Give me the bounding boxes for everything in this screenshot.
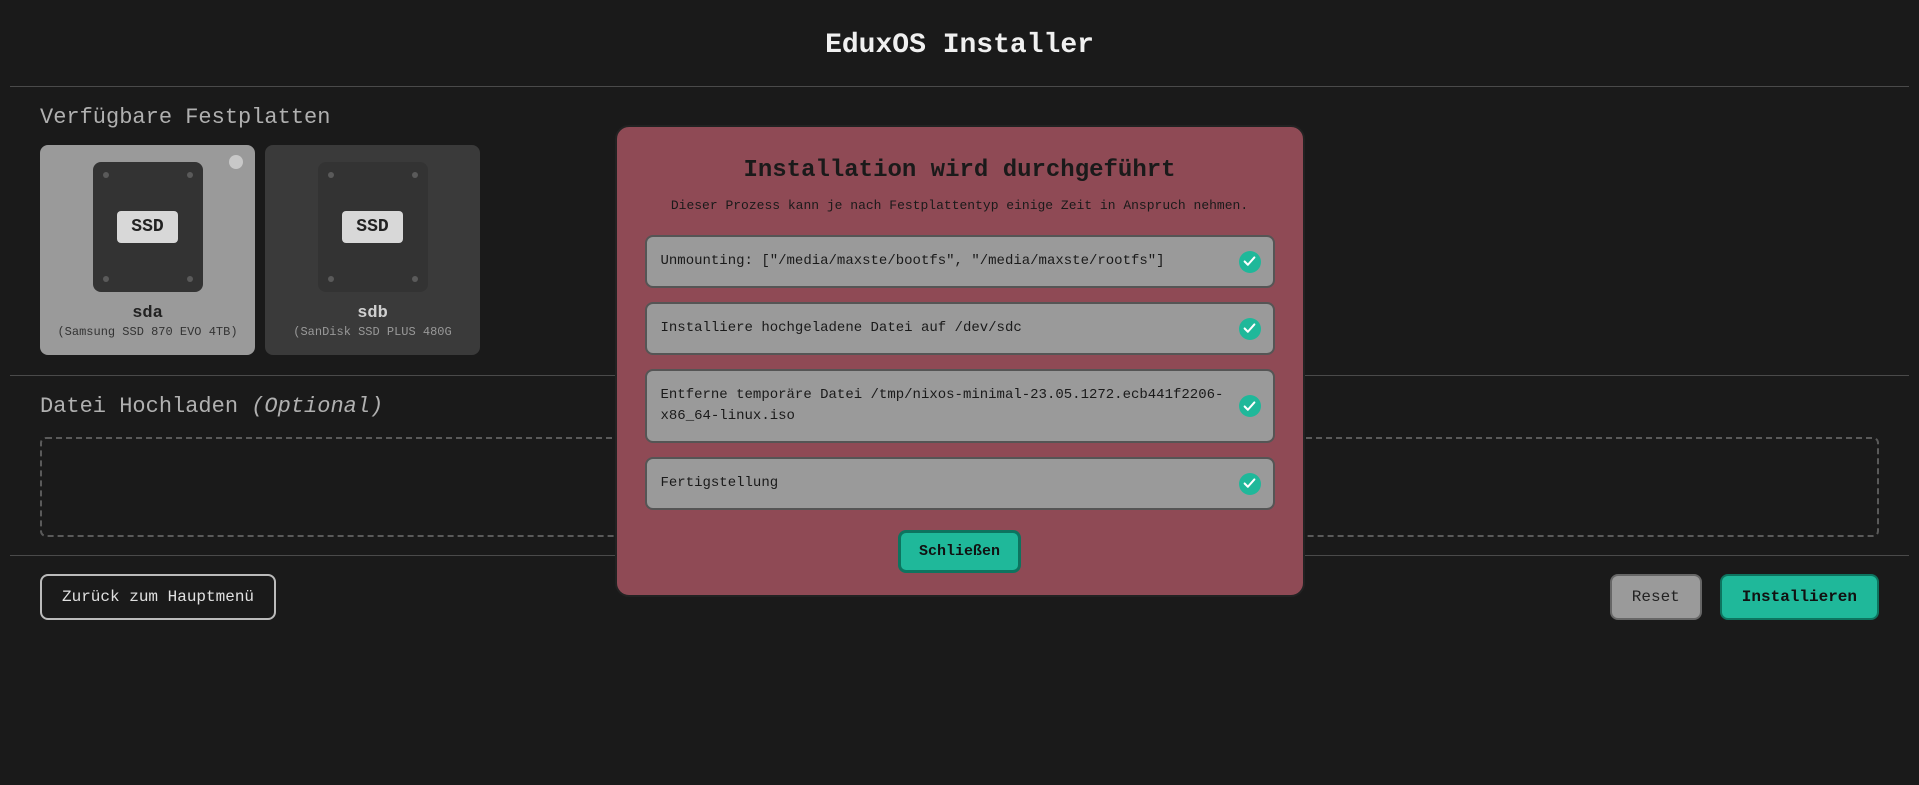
modal-title: Installation wird durchgeführt — [645, 157, 1275, 184]
check-icon — [1239, 318, 1261, 340]
step-text: Entferne temporäre Datei /tmp/nixos-mini… — [661, 387, 1224, 424]
install-step: Fertigstellung — [645, 457, 1275, 510]
install-step: Installiere hochgeladene Datei auf /dev/… — [645, 302, 1275, 355]
check-icon — [1239, 251, 1261, 273]
close-button[interactable]: Schließen — [898, 530, 1021, 573]
check-icon — [1239, 473, 1261, 495]
install-step: Unmounting: ["/media/maxste/bootfs", "/m… — [645, 235, 1275, 288]
modal-subtitle: Dieser Prozess kann je nach Festplattent… — [645, 198, 1275, 213]
install-step: Entferne temporäre Datei /tmp/nixos-mini… — [645, 369, 1275, 443]
install-progress-modal: Installation wird durchgeführt Dieser Pr… — [615, 125, 1305, 597]
step-text: Fertigstellung — [661, 475, 779, 491]
step-text: Installiere hochgeladene Datei auf /dev/… — [661, 320, 1022, 336]
check-icon — [1239, 395, 1261, 417]
step-text: Unmounting: ["/media/maxste/bootfs", "/m… — [661, 253, 1165, 269]
modal-overlay: Installation wird durchgeführt Dieser Pr… — [0, 0, 1919, 785]
